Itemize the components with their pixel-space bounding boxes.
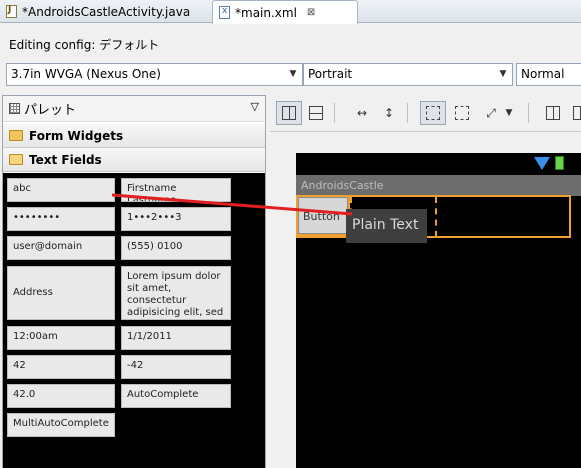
columns-icon: [573, 106, 581, 120]
preview-mode-button[interactable]: [540, 101, 566, 125]
chevron-down-icon: ▼: [505, 108, 513, 118]
chevron-down-icon: ▼: [289, 69, 297, 79]
widget-number[interactable]: 42: [7, 355, 115, 379]
columns-icon: [546, 106, 560, 120]
layout-vertical-button[interactable]: [276, 101, 302, 125]
margins-icon: [426, 106, 440, 120]
widget-email[interactable]: user@domain: [7, 236, 115, 260]
columns-icon: [282, 106, 296, 120]
drop-insertion-marker: [435, 197, 437, 237]
widget-password-numeric[interactable]: 1•••2•••3: [121, 207, 231, 231]
battery-icon: [555, 156, 564, 170]
widget-number-decimal[interactable]: 42.0: [7, 384, 115, 408]
toolbar-separator: [407, 103, 408, 123]
zoom-fit-button[interactable]: ⤢: [478, 101, 504, 125]
layout-toolbar: ↔ ↕ ⤢ ▼: [270, 97, 581, 131]
editing-config-label: Editing config: デフォルト: [9, 38, 160, 52]
palette-widget-list: abc Firstname Lastname •••••••• 1•••2•••…: [3, 173, 265, 468]
java-file-icon: [6, 5, 17, 18]
folder-icon: [9, 130, 23, 141]
orientation-select[interactable]: Portrait ▼: [303, 63, 513, 86]
widget-password[interactable]: ••••••••: [7, 207, 115, 231]
section-label: Text Fields: [29, 152, 102, 167]
section-text-fields[interactable]: Text Fields: [3, 148, 265, 172]
mode-select[interactable]: Normal: [516, 63, 581, 86]
orientation-select-value: Portrait: [308, 67, 353, 81]
button-selection-outline: [296, 195, 350, 236]
app-title-bar: AndroidsCastle: [296, 175, 581, 196]
widget-multi-autocomplete[interactable]: MultiAutoComplete: [7, 413, 115, 437]
chevron-down-icon: ▼: [499, 69, 507, 79]
device-select-value: 3.7in WVGA (Nexus One): [11, 67, 161, 81]
tab-main-xml[interactable]: *main.xml ⊠: [212, 0, 358, 24]
fill-height-button[interactable]: ↕: [376, 101, 402, 125]
fill-height-icon: ↕: [383, 106, 395, 120]
show-padding-button[interactable]: [449, 101, 475, 125]
widget-plain-text[interactable]: abc: [7, 178, 115, 202]
palette-title: パレット: [24, 103, 77, 118]
device-select[interactable]: 3.7in WVGA (Nexus One) ▼: [6, 63, 303, 86]
layout-horizontal-button[interactable]: [303, 101, 329, 125]
palette-header: パレット ▽: [3, 96, 265, 122]
widget-phone[interactable]: (555) 0100: [121, 236, 231, 260]
preview-mode-2-button[interactable]: [567, 101, 581, 125]
widget-postal-address[interactable]: Address: [7, 266, 115, 320]
tab-activity-java[interactable]: *AndroidsCastleActivity.java: [0, 0, 212, 23]
fill-width-icon: ↔: [356, 106, 368, 120]
zoom-fit-icon: ⤢: [486, 105, 496, 120]
editor-tab-bar: *AndroidsCastleActivity.java *main.xml ⊠: [0, 0, 581, 24]
show-margins-button[interactable]: [420, 101, 446, 125]
view-menu-icon[interactable]: ▽: [251, 100, 259, 113]
widget-date[interactable]: 1/1/2011: [121, 326, 231, 350]
widget-number-signed[interactable]: -42: [121, 355, 231, 379]
palette-panel: パレット ▽ Form Widgets Text Fields abc Firs…: [2, 95, 266, 468]
mode-select-value: Normal: [521, 67, 565, 81]
eclipse-layout-editor: *AndroidsCastleActivity.java *main.xml ⊠…: [0, 0, 581, 468]
rows-icon: [309, 106, 323, 120]
tab-label: *main.xml: [235, 5, 297, 20]
widget-multiline-text[interactable]: Lorem ipsum dolor sit amet, consectetur …: [121, 266, 231, 320]
padding-icon: [455, 106, 469, 120]
widget-autocomplete[interactable]: AutoComplete: [121, 384, 231, 408]
more-options-dropdown[interactable]: ▼: [502, 101, 516, 125]
palette-icon: [9, 103, 20, 114]
tab-label: *AndroidsCastleActivity.java: [22, 4, 191, 19]
toolbar-separator: [334, 103, 335, 123]
widget-time[interactable]: 12:00am: [7, 326, 115, 350]
xml-file-icon: [219, 6, 230, 19]
wifi-signal-icon: [534, 157, 550, 170]
section-form-widgets[interactable]: Form Widgets: [3, 124, 265, 148]
close-icon[interactable]: ⊠: [307, 7, 315, 18]
dragged-plain-text-widget[interactable]: Plain Text: [346, 209, 427, 243]
fill-width-button[interactable]: ↔: [349, 101, 375, 125]
toolbar-separator: [528, 103, 529, 123]
widget-person-name[interactable]: Firstname Lastname: [121, 178, 231, 202]
folder-open-icon: [9, 154, 23, 165]
section-label: Form Widgets: [29, 128, 124, 143]
